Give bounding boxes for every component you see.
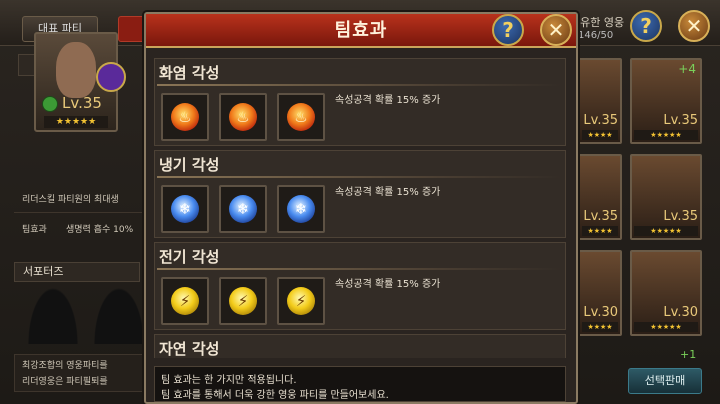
hero-tile-level: Lv.35 <box>663 113 698 128</box>
divider <box>157 176 561 178</box>
section-description: 속성공격 확률 15% 증가 <box>335 279 441 290</box>
info-text-2: 리더영웅은 파티필퇴를 <box>22 377 108 387</box>
divider <box>157 268 561 270</box>
team-effect-label: 팀효과 <box>22 225 47 235</box>
effect-section-lightning: 전기 각성 ⚡ ⚡ ⚡ 속성공격 확률 15% 증가 <box>154 242 566 330</box>
hero-tile[interactable]: Lv.35 ★★★★★ <box>630 154 702 240</box>
fire-orb-icon: ♨ <box>171 103 199 131</box>
hero-slot: ❄ <box>161 185 209 233</box>
hero-slot: ♨ <box>219 93 267 141</box>
sell-selected-button[interactable]: 선택판매 <box>628 368 702 394</box>
effects-list[interactable]: 화염 각성 ♨ ♨ ♨ 속성공격 확률 15% 증가 냉기 각성 ❄ ❄ ❄ 속… <box>154 58 566 358</box>
frost-orb-icon: ❄ <box>171 195 199 223</box>
owned-heroes-header: 보유한 영웅 <box>570 16 625 29</box>
section-title: 전기 각성 <box>159 248 220 266</box>
hero-tile[interactable]: Lv.30 ★★★★ <box>578 250 622 336</box>
hero-tile-level: Lv.35 <box>663 209 698 224</box>
dialog-help-icon[interactable]: ? <box>492 14 524 46</box>
tab-red-button[interactable] <box>118 16 146 42</box>
section-description: 속성공격 확률 15% 증가 <box>335 95 441 106</box>
supporter-slot-2[interactable] <box>94 288 144 344</box>
hero-level: Lv.35 <box>62 94 102 112</box>
hero-tile-stars: ★★★★★ <box>634 226 698 236</box>
effect-section-nature: 자연 각성 <box>154 334 566 358</box>
hero-slot: ❄ <box>277 185 325 233</box>
effect-section-fire: 화염 각성 ♨ ♨ ♨ 속성공격 확률 15% 증가 <box>154 58 566 146</box>
section-title: 자연 각성 <box>159 340 220 358</box>
hero-tile-level: Lv.35 <box>583 209 618 224</box>
effect-section-frost: 냉기 각성 ❄ ❄ ❄ 속성공격 확률 15% 증가 <box>154 150 566 238</box>
supporter-slot-1[interactable] <box>28 288 78 344</box>
hero-tile-level: Lv.30 <box>663 305 698 320</box>
hero-tile-level: Lv.30 <box>583 305 618 320</box>
help-icon[interactable]: ? <box>630 10 662 42</box>
hero-slot: ♨ <box>161 93 209 141</box>
close-icon[interactable]: ✕ <box>678 10 710 42</box>
hero-tile[interactable]: +4 Lv.35 ★★★★★ <box>630 58 702 144</box>
plus-badge: +1 <box>680 348 697 361</box>
divider <box>157 84 561 86</box>
hero-slot: ❄ <box>219 185 267 233</box>
hero-tile-stars: ★★★★ <box>582 130 618 140</box>
hero-portrait <box>56 42 96 98</box>
fire-orb-icon: ♨ <box>287 103 315 131</box>
footer-line-1: 팀 효과는 한 가지만 적용됩니다. <box>161 375 297 386</box>
hero-tile-level: Lv.35 <box>583 113 618 128</box>
hero-tile-stars: ★★★★★ <box>634 322 698 332</box>
owned-heroes-count: 146/50 <box>578 30 614 41</box>
dialog-close-icon[interactable]: ✕ <box>540 14 572 46</box>
lightning-orb-icon: ⚡ <box>171 287 199 315</box>
hero-slot: ⚡ <box>277 277 325 325</box>
section-description: 속성공격 확률 15% 증가 <box>335 187 441 198</box>
team-effect-dialog: 팀효과 ? ✕ 화염 각성 ♨ ♨ ♨ 속성공격 확률 15% 증가 냉기 각성… <box>144 12 578 404</box>
leader-skill-text: 리더스킬 파티원의 최대생 <box>22 195 119 205</box>
leader-hero-card[interactable]: Lv.35 ★★★★★ <box>34 32 126 132</box>
info-text-1: 최강조합의 영웅파티를 <box>22 361 108 371</box>
section-title: 화염 각성 <box>159 64 220 82</box>
lightning-orb-icon: ⚡ <box>287 287 315 315</box>
hero-tile[interactable]: Lv.35 ★★★★ <box>578 58 622 144</box>
hero-stars: ★★★★★ <box>44 116 108 128</box>
hero-tile[interactable]: Lv.30 ★★★★★ <box>630 250 702 336</box>
hero-tile-stars: ★★★★ <box>582 322 618 332</box>
footer-line-2: 팀 효과를 통해서 더욱 강한 영웅 파티를 만들어보세요. <box>161 390 389 401</box>
frost-orb-icon: ❄ <box>229 195 257 223</box>
section-title: 냉기 각성 <box>159 156 220 174</box>
event-badge-icon <box>96 62 126 92</box>
element-icon <box>42 96 58 112</box>
hero-slot: ⚡ <box>161 277 209 325</box>
frost-orb-icon: ❄ <box>287 195 315 223</box>
fire-orb-icon: ♨ <box>229 103 257 131</box>
supporters-label: 서포터즈 <box>14 262 140 282</box>
hero-tile-stars: ★★★★ <box>582 226 618 236</box>
team-effect-value: 생명력 흡수 10% <box>66 225 134 235</box>
hero-tile-stars: ★★★★★ <box>634 130 698 140</box>
plus-badge: +4 <box>678 62 696 76</box>
hero-slot: ♨ <box>277 93 325 141</box>
hero-tile[interactable]: Lv.35 ★★★★ <box>578 154 622 240</box>
hero-slot: ⚡ <box>219 277 267 325</box>
dialog-footer-note: 팀 효과는 한 가지만 적용됩니다. 팀 효과를 통해서 더욱 강한 영웅 파티… <box>154 366 566 402</box>
lightning-orb-icon: ⚡ <box>229 287 257 315</box>
